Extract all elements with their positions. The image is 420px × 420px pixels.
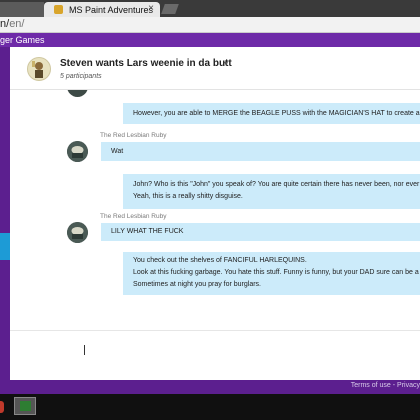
message-sender: The Red Lesbian Ruby [100,213,167,220]
participants-count[interactable]: 5 participants [60,73,102,80]
address-bar[interactable]: n/en/ [0,17,420,33]
app-sidebar [0,47,10,380]
url-tail: en/ [9,18,25,30]
favicon-icon [54,5,63,14]
message-text: However, you are able to MERGE the BEAGL… [133,110,420,117]
new-tab-button[interactable] [161,4,179,14]
bookmarks-bar: ger Games [0,33,420,47]
message-text: Wat [111,148,124,155]
message-text: John? Who is this "John" you speak of? Y… [133,181,420,188]
conversation-title[interactable]: Steven wants Lars weenie in da butt [60,58,232,69]
message-text: Yeah, this is a really shitty disguise. [133,193,243,200]
tab-title: MS Paint Adventures [69,4,154,15]
text-caret [84,345,85,355]
avatar [67,90,88,97]
message-text: You check out the shelves of FANCIFUL HA… [133,257,307,264]
app-icon[interactable] [0,401,4,413]
conversation-header: Steven wants Lars weenie in da butt ▾ 5 … [10,47,420,90]
os-taskbar [0,394,420,420]
group-avatar[interactable] [27,57,51,81]
browser-tab-bar: MS Paint Adventures × [0,0,420,17]
message-bubble: However, you are able to MERGE the BEAGL… [123,103,420,124]
conversation-panel: Steven wants Lars weenie in da butt ▾ 5 … [10,47,420,380]
footer-bar: Terms of use - Privacy [0,380,420,394]
message-text: LILY WHAT THE FUCK [111,228,184,235]
avatar [67,222,88,243]
app-icon[interactable] [14,397,36,415]
close-icon[interactable]: × [148,3,154,14]
message-text: Look at this fucking garbage. You hate t… [133,269,419,276]
message-input[interactable] [10,331,420,380]
avatar [67,141,88,162]
message-bubble: John? Who is this "John" you speak of? Y… [123,174,420,209]
message-bubble: LILY WHAT THE FUCK [101,223,420,241]
message-bubble: You check out the shelves of FANCIFUL HA… [123,252,420,295]
tab-ms-paint-adventures[interactable]: MS Paint Adventures × [44,2,160,17]
chevron-down-icon[interactable]: ▾ [224,59,228,68]
message-text: Sometimes at night you pray for burglars… [133,281,262,288]
message-bubble: Wat [101,142,420,161]
sidebar-active-item[interactable] [0,233,10,260]
message-list: However, you are able to MERGE the BEAGL… [10,90,420,330]
bookmark-item[interactable]: ger Games [0,35,45,45]
app-icon-inner [20,401,31,411]
message-sender: The Red Lesbian Ruby [100,132,167,139]
url-text: n/en/ [0,18,24,30]
url-main: n/ [0,18,10,30]
tab-inactive[interactable] [0,2,44,17]
footer-links[interactable]: Terms of use - Privacy [351,382,420,389]
